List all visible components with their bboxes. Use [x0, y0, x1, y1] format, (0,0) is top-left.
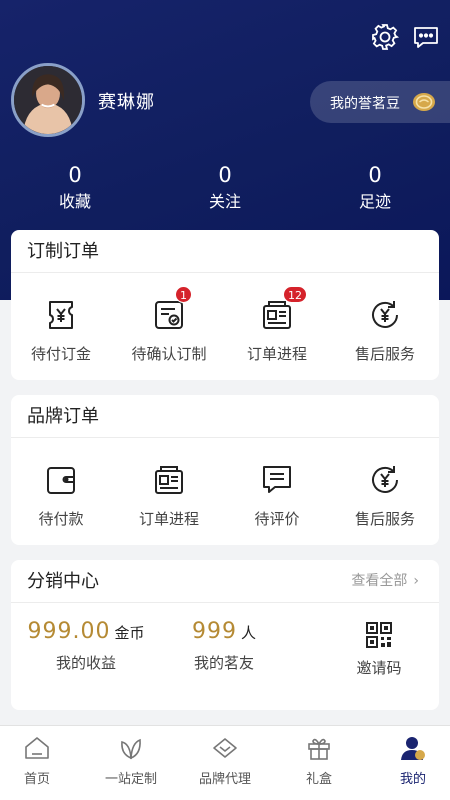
brand-order-progress[interactable]: 订单进程 — [119, 462, 219, 529]
item-label: 待评价 — [254, 510, 300, 528]
friends-unit: 人 — [240, 624, 256, 642]
invite-label: 邀请码 — [356, 659, 402, 677]
review-chat-icon — [259, 462, 295, 498]
tab-label: 一站定制 — [104, 772, 157, 787]
brand-orders-card: 品牌订单 待付款 订单进程 待评价 售后服务 — [11, 395, 439, 545]
brand-after-sales[interactable]: 售后服务 — [335, 462, 435, 529]
item-label: 待确认订制 — [131, 345, 207, 363]
custom-after-sales[interactable]: 售后服务 — [335, 297, 435, 364]
tab-label: 我的 — [399, 772, 426, 787]
tab-brand-agent[interactable]: 品牌代理 — [180, 734, 270, 787]
tab-custom[interactable]: 一站定制 — [86, 734, 176, 787]
notification-badge: 1 — [175, 286, 192, 303]
avatar[interactable] — [11, 63, 85, 137]
wallet-icon — [43, 462, 79, 498]
tea-leaf-icon — [117, 734, 145, 762]
message-icon[interactable] — [411, 22, 441, 52]
custom-pending-deposit[interactable]: 待付订金 — [11, 297, 111, 364]
stat-label: 收藏 — [58, 192, 91, 211]
item-label: 订单进程 — [246, 345, 307, 363]
custom-pending-confirm[interactable]: 1 待确认订制 — [119, 286, 219, 364]
item-label: 售后服务 — [354, 345, 415, 363]
my-friends[interactable]: 999 人 我的茗友 — [149, 619, 299, 673]
document-check-icon: 1 — [151, 286, 192, 333]
earnings-unit: 金币 — [114, 624, 145, 642]
bottom-tab-bar: 首页 一站定制 品牌代理 礼盒 我的 — [0, 725, 450, 800]
points-label: 我的誉茗豆 — [330, 96, 400, 112]
stat-value: 0 — [68, 163, 82, 187]
view-all-link[interactable]: 查看全部 › — [351, 560, 419, 603]
user-icon — [399, 734, 427, 762]
brand-pending-payment[interactable]: 待付款 — [11, 462, 111, 529]
tab-label: 品牌代理 — [198, 772, 251, 787]
gear-icon[interactable] — [370, 22, 400, 52]
coin-icon — [412, 90, 436, 114]
stat-history[interactable]: 0 足迹 — [320, 162, 430, 214]
receipt-yen-icon — [43, 297, 79, 333]
custom-order-progress[interactable]: 12 订单进程 — [227, 286, 327, 364]
item-label: 待付订金 — [30, 345, 91, 363]
chevron-right-icon: › — [413, 573, 419, 589]
card-title: 品牌订单 — [11, 395, 439, 438]
diamond-icon — [211, 734, 239, 762]
brand-pending-review[interactable]: 待评价 — [227, 462, 327, 529]
friends-label: 我的茗友 — [193, 654, 254, 672]
invite-code[interactable]: 邀请码 — [304, 619, 450, 678]
card-title: 订制订单 — [11, 230, 439, 273]
view-all-label: 查看全部 — [351, 573, 408, 589]
tab-mine[interactable]: 我的 — [368, 734, 450, 787]
points-button[interactable]: 我的誉茗豆 — [310, 81, 450, 123]
friends-value: 999 — [191, 619, 237, 644]
gift-icon — [305, 734, 333, 762]
custom-orders-card: 订制订单 待付订金 1 待确认订制 12 订单进程 售后服务 — [11, 230, 439, 380]
notification-badge: 12 — [283, 286, 307, 303]
my-earnings[interactable]: 999.00 金币 我的收益 — [11, 619, 161, 673]
stat-label: 关注 — [208, 192, 241, 211]
stat-value: 0 — [218, 163, 232, 187]
stat-value: 0 — [368, 163, 382, 187]
tab-label: 礼盒 — [305, 772, 332, 787]
earnings-value: 999.00 — [27, 619, 111, 644]
username: 赛琳娜 — [98, 92, 155, 113]
refund-yen-icon — [367, 462, 403, 498]
earnings-label: 我的收益 — [55, 654, 116, 672]
tab-label: 首页 — [23, 772, 50, 787]
stat-label: 足迹 — [358, 192, 391, 211]
order-progress-icon — [151, 462, 187, 498]
tab-gift-box[interactable]: 礼盒 — [274, 734, 364, 787]
refund-yen-icon — [367, 297, 403, 333]
tab-home[interactable]: 首页 — [0, 734, 82, 787]
item-label: 订单进程 — [138, 510, 199, 528]
distribution-card: 分销中心 查看全部 › 999.00 金币 我的收益 999 人 我的茗友 邀请… — [11, 560, 439, 710]
item-label: 待付款 — [38, 510, 84, 528]
stat-following[interactable]: 0 关注 — [170, 162, 280, 214]
item-label: 售后服务 — [354, 510, 415, 528]
qr-code-icon — [365, 621, 393, 649]
order-progress-icon: 12 — [259, 286, 307, 333]
stat-favorites[interactable]: 0 收藏 — [20, 162, 130, 214]
home-icon — [23, 734, 51, 762]
